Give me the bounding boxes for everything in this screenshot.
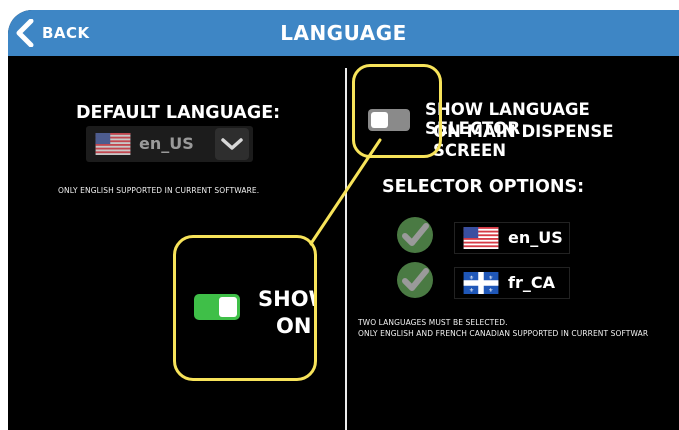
page-title: LANGUAGE xyxy=(280,21,407,45)
language-option-en-us[interactable]: en_US xyxy=(454,222,570,254)
zoom-callout-border xyxy=(173,235,317,381)
chevron-down-icon xyxy=(221,138,243,150)
toggle-highlight-callout xyxy=(352,64,442,158)
selector-note-line2: ONLY ENGLISH AND FRENCH CANADIAN SUPPORT… xyxy=(358,329,649,338)
language-option-code: en_US xyxy=(508,228,563,247)
language-option-code: fr_CA xyxy=(508,273,555,292)
panel-divider xyxy=(345,68,347,430)
us-flag-icon xyxy=(95,133,131,155)
default-language-dropdown[interactable]: en_US xyxy=(86,126,253,162)
dropdown-toggle-button[interactable] xyxy=(215,128,249,160)
svg-text:⚜: ⚜ xyxy=(488,274,493,281)
quebec-flag-icon: ⚜ ⚜ ⚜ ⚜ xyxy=(463,272,499,294)
app-screen: BACK LANGUAGE DEFAULT LANGUAGE: en_US ON… xyxy=(8,10,679,430)
language-option-fr-ca[interactable]: ⚜ ⚜ ⚜ ⚜ fr_CA xyxy=(454,267,570,299)
svg-text:⚜: ⚜ xyxy=(469,274,474,281)
selector-note-line1: TWO LANGUAGES MUST BE SELECTED. xyxy=(358,318,508,327)
default-language-heading: DEFAULT LANGUAGE: xyxy=(76,103,281,123)
svg-text:⚜: ⚜ xyxy=(488,287,493,294)
us-flag-icon xyxy=(463,227,499,249)
show-selector-label-line2: ON MAIN DISPENSE SCREEN xyxy=(433,122,614,160)
checkmark-icon[interactable] xyxy=(395,215,435,255)
default-language-note: ONLY ENGLISH SUPPORTED IN CURRENT SOFTWA… xyxy=(58,186,260,195)
svg-text:⚜: ⚜ xyxy=(469,287,474,294)
header-bar: BACK LANGUAGE xyxy=(8,10,679,56)
checkmark-icon[interactable] xyxy=(395,260,435,300)
default-language-value: en_US xyxy=(139,134,194,153)
selector-options-heading: SELECTOR OPTIONS: xyxy=(382,177,585,197)
